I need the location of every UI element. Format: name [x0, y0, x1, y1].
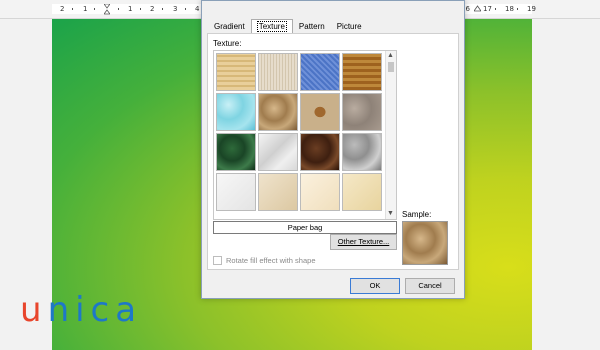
ruler-tick: 17 [483, 5, 492, 13]
other-texture-button[interactable]: Other Texture... [330, 234, 397, 250]
ruler-dot [495, 8, 496, 10]
ruler-tick: 18 [505, 5, 514, 13]
texture-tile[interactable] [258, 173, 298, 211]
texture-tile[interactable] [216, 93, 256, 131]
texture-tile[interactable] [300, 93, 340, 131]
texture-gallery: ▲ ▼ [213, 50, 397, 220]
ruler-tick: 2 [60, 5, 65, 13]
cancel-button[interactable]: Cancel [405, 278, 455, 294]
ruler-dot [72, 8, 73, 10]
texture-grid [216, 53, 382, 211]
scroll-down-icon[interactable]: ▼ [387, 210, 394, 218]
texture-tile[interactable] [216, 133, 256, 171]
ruler-tick: 19 [527, 5, 536, 13]
indent-marker-icon[interactable] [104, 4, 110, 16]
ruler-tick: 1 [83, 5, 88, 13]
ruler-dot [140, 8, 141, 10]
ruler-dot [185, 8, 186, 10]
texture-tile[interactable] [342, 53, 382, 91]
texture-tile[interactable] [258, 133, 298, 171]
right-indent-icon[interactable] [474, 4, 481, 14]
tab-gradient[interactable]: Gradient [208, 19, 251, 34]
scroll-up-icon[interactable]: ▲ [387, 52, 394, 60]
ruler-tick: 3 [173, 5, 178, 13]
texture-tile[interactable] [258, 53, 298, 91]
ruler-margin-area [52, 4, 202, 14]
sample-preview [402, 221, 448, 265]
rotate-fill-option[interactable]: Rotate fill effect with shape [213, 256, 316, 265]
other-texture-label: Other Texture... [337, 237, 390, 246]
logo-text: nica [47, 290, 143, 330]
texture-label: Texture: [213, 39, 242, 48]
fill-effects-dialog: Gradient Texture Pattern Picture Texture… [201, 0, 465, 299]
texture-tile[interactable] [300, 133, 340, 171]
tab-picture[interactable]: Picture [331, 19, 368, 34]
dialog-tabs: Gradient Texture Pattern Picture [208, 19, 368, 33]
unica-logo: unica [20, 290, 142, 330]
texture-name-field: Paper bag [213, 221, 397, 234]
tab-texture-label: Texture [256, 21, 287, 32]
texture-tile[interactable] [216, 173, 256, 211]
texture-tile[interactable] [216, 53, 256, 91]
ruler-dot [118, 8, 119, 10]
texture-tile[interactable] [342, 133, 382, 171]
tab-texture[interactable]: Texture [250, 19, 293, 33]
rotate-checkbox[interactable] [213, 256, 222, 265]
ruler-tick: 1 [128, 5, 133, 13]
ruler-tick: 4 [195, 5, 200, 13]
scroll-thumb[interactable] [388, 62, 394, 72]
gallery-scrollbar[interactable]: ▲ ▼ [385, 51, 396, 219]
workspace-margin-right [532, 19, 600, 350]
ruler-tick: 2 [150, 5, 155, 13]
sample-label: Sample: [402, 210, 432, 219]
texture-tile[interactable] [258, 93, 298, 131]
texture-tile[interactable] [342, 173, 382, 211]
texture-tile[interactable] [300, 173, 340, 211]
logo-letter-u: u [20, 290, 48, 330]
rotate-label: Rotate fill effect with shape [226, 256, 316, 265]
tab-pattern[interactable]: Pattern [293, 19, 331, 34]
texture-tile[interactable] [300, 53, 340, 91]
texture-tile[interactable] [342, 93, 382, 131]
ruler-dot [94, 8, 95, 10]
ok-button[interactable]: OK [350, 278, 400, 294]
ruler-dot [162, 8, 163, 10]
texture-panel: Texture: ▲ ▼ Paper bag Other Texture... … [207, 33, 459, 270]
ruler-dot [517, 8, 518, 10]
